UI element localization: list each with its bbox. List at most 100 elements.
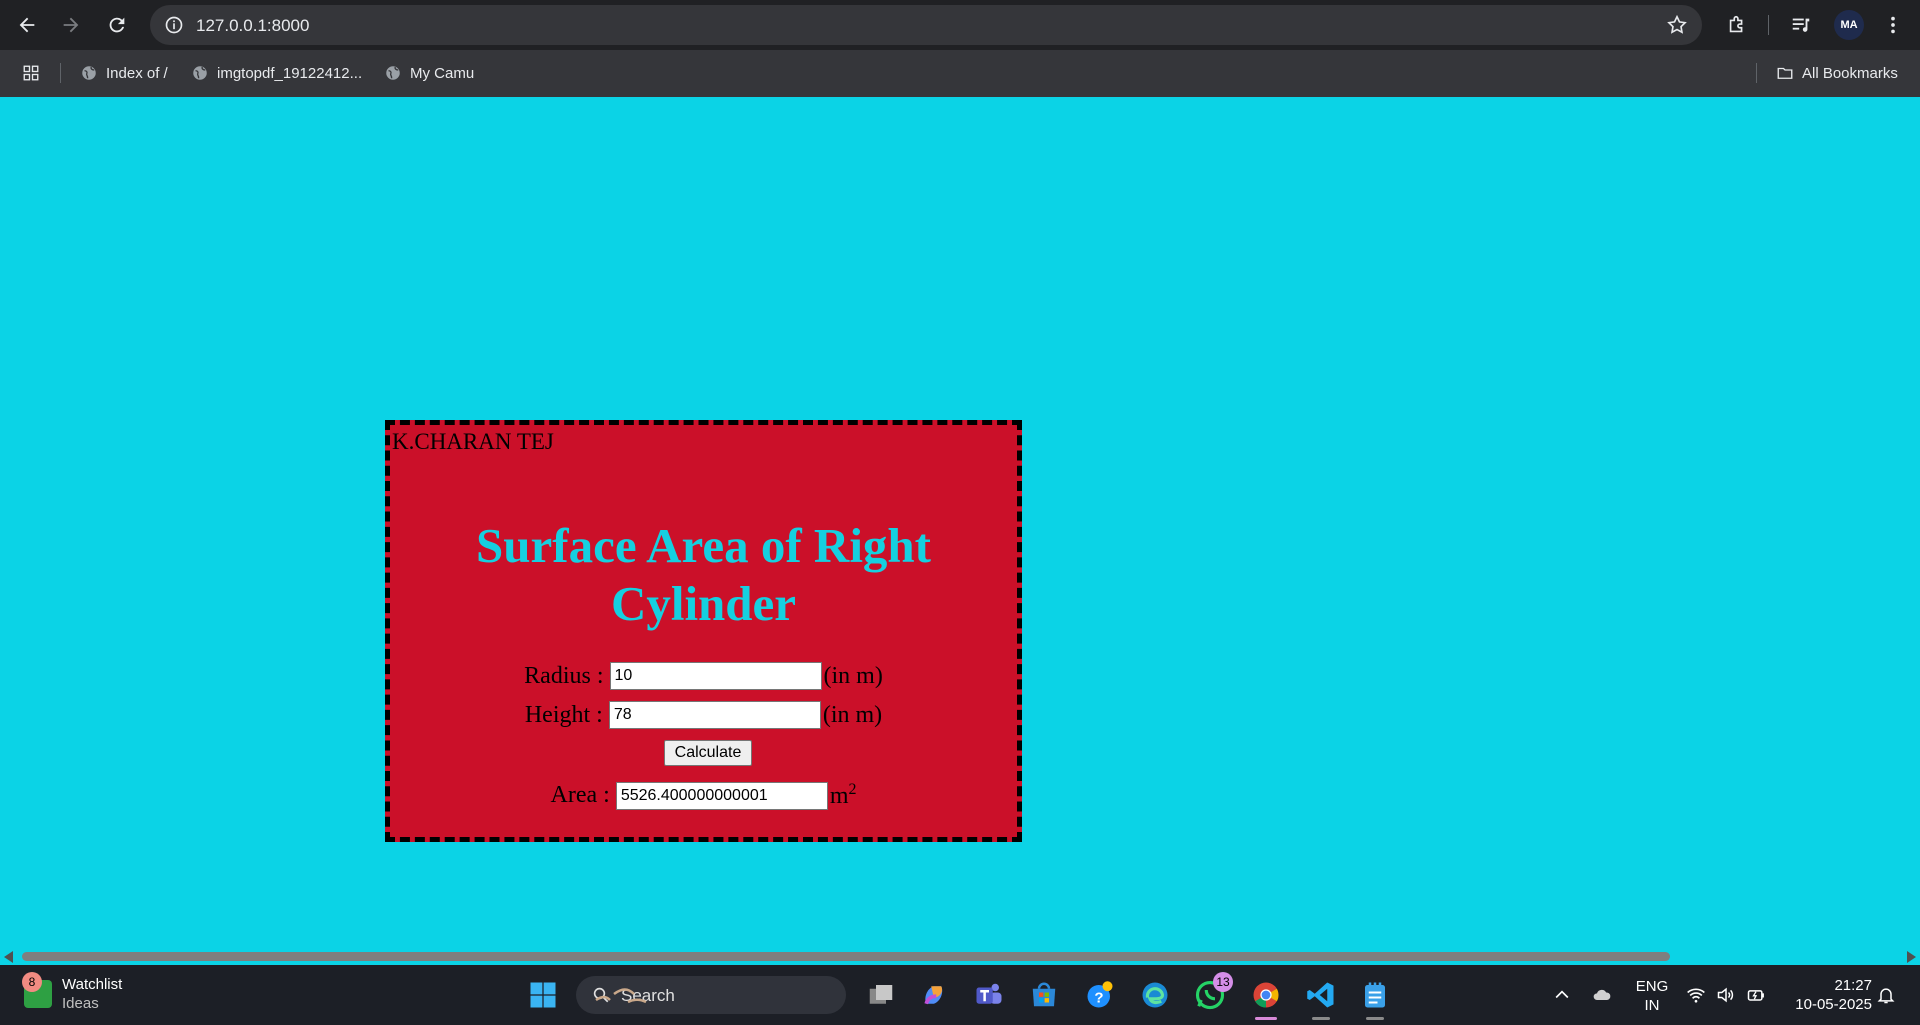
all-bookmarks-label: All Bookmarks [1802, 64, 1898, 82]
start-button[interactable] [526, 978, 560, 1012]
puzzle-icon [1729, 15, 1743, 33]
apps-button[interactable] [22, 62, 40, 84]
radius-unit: (in m) [823, 662, 883, 689]
area-output[interactable] [615, 781, 828, 810]
area-row: Area : m2 [390, 781, 1017, 810]
volume-icon[interactable] [1716, 985, 1736, 1005]
watchlist-widget[interactable]: 8 Watchlist Ideas [22, 972, 123, 1013]
whatsapp-badge: 13 [1213, 972, 1233, 992]
all-bookmarks-button[interactable]: All Bookmarks [1776, 62, 1898, 84]
reload-icon [109, 17, 125, 33]
menu-button[interactable] [1880, 12, 1906, 38]
edge-button[interactable] [1138, 978, 1172, 1012]
area-unit-exponent: 2 [848, 781, 857, 798]
vscode-button[interactable] [1304, 978, 1338, 1020]
back-arrow-icon [19, 17, 35, 33]
browser-toolbar: 127.0.0.1:8000 MA [0, 0, 1920, 50]
toolbar-divider [1768, 15, 1769, 35]
widget-title: Watchlist [62, 976, 123, 993]
store-button[interactable] [1027, 978, 1061, 1012]
height-input[interactable] [608, 701, 821, 729]
height-row: Height : (in m) [390, 701, 1017, 729]
horizontal-scrollbar[interactable] [0, 948, 1920, 965]
bookmark-index[interactable]: Index of / [80, 62, 168, 84]
bookmark-label: imgtopdf_19122412... [217, 64, 363, 82]
height-label: Height : [524, 701, 603, 728]
open-app-indicator [1312, 1017, 1330, 1020]
stock-chart-icon: 8 [22, 972, 52, 1008]
onedrive-cloud-icon[interactable] [1592, 985, 1612, 1005]
windows-logo-icon [530, 982, 556, 1008]
wifi-icon[interactable] [1686, 985, 1706, 1005]
teams-button[interactable] [972, 978, 1006, 1012]
author-name: K.CHARAN TEJ [392, 429, 554, 454]
area-label: Area : [550, 782, 610, 808]
scroll-left-arrow[interactable] [4, 951, 13, 963]
calculator-card: K.CHARAN TEJ Surface Area of Right Cylin… [385, 420, 1022, 842]
area-unit: m2 [830, 781, 857, 810]
media-control-button[interactable] [1788, 12, 1814, 38]
playlist-icon [1792, 18, 1810, 32]
birds-illustration-icon [595, 988, 647, 1004]
bookmark-imgtopdf[interactable]: imgtopdf_19122412... [191, 62, 362, 84]
notification-bell-icon[interactable] [1876, 985, 1896, 1005]
clock[interactable]: 21:27 10-05-2025 [1784, 976, 1872, 1014]
teams-icon [976, 983, 1002, 1004]
chevron-up-icon[interactable] [1552, 985, 1572, 1005]
taskbar-search[interactable]: Search [576, 976, 846, 1014]
chrome-icon [1253, 982, 1279, 1008]
more-vertical-icon [1891, 16, 1895, 34]
radius-input[interactable] [609, 662, 822, 690]
vscode-icon [1307, 982, 1334, 1008]
battery-charging-icon[interactable] [1746, 985, 1766, 1005]
edge-icon [1142, 982, 1168, 1008]
area-unit-base: m [829, 783, 849, 809]
scroll-right-arrow[interactable] [1907, 951, 1916, 963]
whatsapp-button[interactable]: 13 [1193, 972, 1233, 1012]
get-help-button[interactable]: ? [1083, 978, 1117, 1012]
chrome-button[interactable] [1249, 978, 1283, 1020]
profile-avatar[interactable]: MA [1834, 10, 1864, 40]
forward-button[interactable] [56, 10, 86, 40]
copilot-button[interactable] [918, 978, 952, 1012]
clock-time: 21:27 [1834, 977, 1872, 994]
language-region: IN [1644, 997, 1660, 1014]
store-icon [1032, 982, 1056, 1007]
page-title: Surface Area of Right Cylinder [476, 518, 931, 631]
calculate-button[interactable]: Calculate [664, 740, 752, 766]
scroll-thumb[interactable] [22, 952, 1670, 961]
globe-icon [193, 66, 207, 80]
bookmark-my-camu[interactable]: My Camu [384, 62, 474, 84]
notepad-icon [1365, 982, 1385, 1008]
url-text: 127.0.0.1:8000 [196, 16, 310, 35]
bookmarks-divider [60, 63, 61, 83]
bookmarks-divider [1756, 63, 1757, 83]
help-icon: ? [1087, 981, 1113, 1008]
site-info-icon[interactable] [164, 15, 184, 35]
height-unit: (in m) [822, 701, 883, 728]
open-app-indicator [1366, 1017, 1384, 1020]
bookmark-label: Index of / [106, 64, 168, 82]
taskbar: 8 Watchlist Ideas Search ? 13 ENG IN 21:… [0, 965, 1920, 1025]
bookmark-star-icon[interactable] [1666, 14, 1688, 36]
copilot-icon [924, 986, 943, 1005]
back-button[interactable] [12, 10, 42, 40]
globe-icon [386, 66, 400, 80]
extensions-button[interactable] [1724, 12, 1750, 38]
globe-icon [82, 66, 96, 80]
notepad-button[interactable] [1358, 978, 1392, 1020]
widget-badge: 8 [22, 972, 42, 992]
radius-row: Radius : (in m) [390, 662, 1017, 690]
bookmarks-bar: Index of / imgtopdf_19122412... My Camu … [0, 50, 1920, 97]
address-bar[interactable]: 127.0.0.1:8000 [150, 5, 1702, 45]
active-app-indicator [1255, 1017, 1277, 1020]
apps-grid-icon [23, 65, 39, 81]
reload-button[interactable] [102, 10, 132, 40]
language-indicator[interactable]: ENG IN [1632, 977, 1672, 1015]
widget-subtitle: Ideas [62, 995, 99, 1012]
task-view-button[interactable] [864, 978, 898, 1012]
forward-arrow-icon [63, 17, 79, 33]
task-view-icon [869, 985, 893, 1004]
clock-date: 10-05-2025 [1795, 996, 1872, 1013]
language-code: ENG [1635, 978, 1669, 995]
